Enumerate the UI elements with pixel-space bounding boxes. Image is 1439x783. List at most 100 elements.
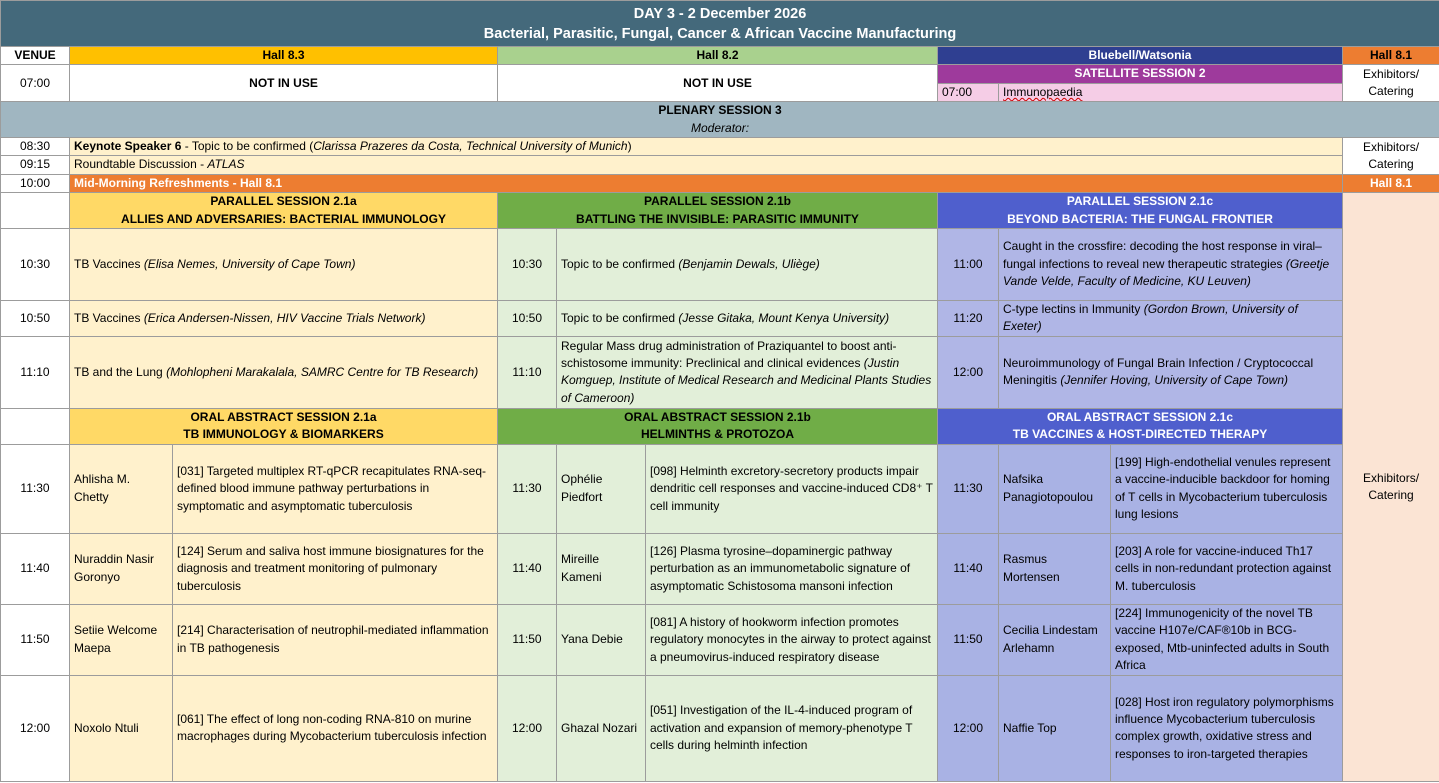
oral-row: 11:40 Nuraddin Nasir Goronyo [124] Serum…: [0, 532, 1439, 605]
parallel-c-time: 11:00: [937, 228, 999, 302]
talk-title: Topic to be confirmed: [561, 310, 679, 325]
plenary-row: 09:15 Roundtable Discussion - ATLAS: [0, 155, 1439, 175]
plenary-moderator: Moderator:: [691, 120, 750, 135]
oral-b-abstract: [098] Helminth excretory-secretory produ…: [645, 443, 938, 534]
refreshment-row: 10:00 Mid-Morning Refreshments - Hall 8.…: [0, 173, 1439, 194]
talk-title: TB and the Lung: [74, 364, 167, 379]
oral-b-abstract: [081] A history of hookworm infection pr…: [645, 603, 938, 676]
talk-speaker: (Jesse Gitaka, Mount Kenya University): [678, 310, 890, 325]
early-row: 07:00 NOT IN USE NOT IN USE SATELLITE SE…: [0, 64, 1439, 103]
talk-speaker: (Benjamin Dewals, Uliège): [678, 256, 820, 271]
oral-c-time: 11:30: [937, 443, 999, 534]
parallel-row: 10:50 TB Vaccines (Erica Andersen-Nissen…: [0, 300, 1439, 337]
plenary-title: PLENARY SESSION 3: [658, 103, 782, 118]
keynote-text: - Topic to be confirmed (: [181, 139, 314, 154]
oral-time: 12:00: [0, 674, 70, 782]
parallel-header-row: PARALLEL SESSION 2.1a ALLIES AND ADVERSA…: [0, 192, 1439, 782]
hall83-not-in-use: NOT IN USE: [69, 64, 498, 103]
parallel-row: 11:10 TB and the Lung (Mohlopheni Maraka…: [0, 335, 1439, 409]
refreshment-hall: Hall 8.1: [1341, 173, 1439, 194]
oral-b-time: 11:40: [497, 532, 557, 605]
oral-header-row: ORAL ABSTRACT SESSION 2.1a TB IMMUNOLOGY…: [0, 407, 1439, 445]
roundtable-org: ATLAS: [207, 157, 245, 172]
oral-a-presenter: Ahlisha M. Chetty: [69, 443, 173, 534]
oral-a-abstract: [031] Targeted multiplex RT-qPCR recapit…: [172, 443, 498, 534]
oral-c-presenter: Cecilia Lindestam Arlehamn: [998, 603, 1111, 676]
oral-a-presenter: Nuraddin Nasir Goronyo: [69, 532, 173, 605]
parallel-c-talk: C-type lectins in Immunity (Gordon Brown…: [998, 300, 1343, 337]
oral-b-abstract: [126] Plasma tyrosine–dopaminergic pathw…: [645, 532, 938, 605]
talk-title: C-type lectins in Immunity: [1003, 302, 1144, 317]
talk-speaker: (Elisa Nemes, University of Cape Town): [143, 256, 356, 271]
talk-speaker: (Mohlopheni Marakalala, SAMRC Centre for…: [166, 364, 479, 379]
keynote-label: Keynote Speaker 6: [74, 139, 182, 154]
oral-b-presenter: Ghazal Nozari: [556, 674, 646, 782]
venue-row: VENUE Hall 8.3 Hall 8.2 Bluebell/Watsoni…: [0, 45, 1439, 66]
oral-a-presenter: Setiie Welcome Maepa: [69, 603, 173, 676]
parallel-time: 11:10: [0, 335, 70, 409]
oral-b-title: ORAL ABSTRACT SESSION 2.1b: [624, 409, 811, 424]
parallel-a-talk: TB Vaccines (Erica Andersen-Nissen, HIV …: [69, 300, 498, 337]
oral-b-presenter: Ophélie Piedfort: [556, 443, 646, 534]
keynote-entry: Keynote Speaker 6 - Topic to be confirme…: [69, 137, 1343, 157]
parallel-c-title: PARALLEL SESSION 2.1c: [1066, 194, 1214, 209]
parallel-a-talk: TB and the Lung (Mohlopheni Marakalala, …: [69, 335, 498, 409]
oral-time: 11:40: [0, 532, 70, 605]
parallel-b-talk: Regular Mass drug administration of Praz…: [556, 335, 938, 409]
day-header: DAY 3 - 2 December 2026 Bacterial, Paras…: [0, 0, 1439, 47]
oral-c-time: 11:50: [937, 603, 999, 676]
oral-c-presenter: Rasmus Mortensen: [998, 532, 1111, 605]
oral-c-abstract: [199] High-endothelial venules represent…: [1110, 443, 1343, 534]
oral-b-abstract: [051] Investigation of the IL-4-induced …: [645, 674, 938, 782]
oral-a-title: ORAL ABSTRACT SESSION 2.1a: [190, 409, 377, 424]
oral-row: 11:50 Setiie Welcome Maepa [214] Charact…: [0, 603, 1439, 676]
refreshment-time: 10:00: [0, 173, 70, 194]
plenary-time: 09:15: [0, 155, 70, 175]
oral-a-abstract: [124] Serum and saliva host immune biosi…: [172, 532, 498, 605]
oral-b-time: 11:50: [497, 603, 557, 676]
oral-time: 11:50: [0, 603, 70, 676]
empty-cell: [0, 407, 70, 445]
parallel-row: 10:30 TB Vaccines (Elisa Nemes, Universi…: [0, 228, 1439, 302]
satellite-item: Immunopaedia: [998, 82, 1343, 103]
parallel-time: 10:30: [0, 228, 70, 302]
satellite-item-text: Immunopaedia: [1003, 84, 1083, 99]
parallel-b-title: PARALLEL SESSION 2.1b: [644, 194, 791, 209]
parallel-b-time: 10:50: [497, 300, 557, 337]
oral-b-sub: HELMINTHS & PROTOZOA: [640, 427, 795, 442]
parallel-c-sub: BEYOND BACTERIA: THE FUNGAL FRONTIER: [1007, 211, 1273, 226]
programme-table: DAY 3 - 2 December 2026 Bacterial, Paras…: [0, 0, 1439, 782]
satellite-time: 07:00: [937, 82, 999, 103]
talk-speaker: (Erica Andersen-Nissen, HIV Vaccine Tria…: [143, 310, 426, 325]
day-title: DAY 3 - 2 December 2026: [633, 5, 807, 22]
venue-label: VENUE: [0, 45, 70, 66]
day-subtitle: Bacterial, Parasitic, Fungal, Cancer & A…: [483, 25, 957, 42]
oral-c-presenter: Naffie Top: [998, 674, 1111, 782]
keynote-speaker: Clarissa Prazeres da Costa, Technical Un…: [313, 139, 628, 154]
parallel-b-sub: BATTLING THE INVISIBLE: PARASITIC IMMUNI…: [576, 211, 859, 226]
plenary-header: PLENARY SESSION 3 Moderator:: [0, 101, 1439, 139]
oral-b-time: 11:30: [497, 443, 557, 534]
day-header-row: DAY 3 - 2 December 2026 Bacterial, Paras…: [0, 0, 1439, 47]
parallel-c-time: 11:20: [937, 300, 999, 337]
early-hall81: Exhibitors/ Catering: [1341, 64, 1439, 103]
oral-c-abstract: [028] Host iron regulatory polymorphisms…: [1110, 674, 1343, 782]
oral-b-presenter: Yana Debie: [556, 603, 646, 676]
oral-c-time: 12:00: [937, 674, 999, 782]
parallel-c-talk: Neuroimmunology of Fungal Brain Infectio…: [998, 335, 1343, 409]
empty-cell: [0, 192, 70, 230]
parallel-c-time: 12:00: [937, 335, 999, 409]
oral-a-abstract: [061] The effect of long non-coding RNA-…: [172, 674, 498, 782]
talk-title: Topic to be confirmed: [561, 256, 679, 271]
oral-b-header: ORAL ABSTRACT SESSION 2.1b HELMINTHS & P…: [497, 407, 938, 445]
oral-c-header: ORAL ABSTRACT SESSION 2.1c TB VACCINES &…: [937, 407, 1343, 445]
parallel-a-sub: ALLIES AND ADVERSARIES: BACTERIAL IMMUNO…: [121, 211, 446, 226]
early-time: 07:00: [0, 64, 70, 103]
talk-title: TB Vaccines: [74, 256, 144, 271]
oral-row: 12:00 Noxolo Ntuli [061] The effect of l…: [0, 674, 1439, 782]
parallel-a-header: PARALLEL SESSION 2.1a ALLIES AND ADVERSA…: [69, 192, 498, 230]
roundtable-entry: Roundtable Discussion - ATLAS: [69, 155, 1343, 175]
plenary-row: 08:30 Keynote Speaker 6 - Topic to be co…: [0, 137, 1439, 175]
plenary-header-row: PLENARY SESSION 3 Moderator:: [0, 101, 1439, 139]
venue-hall-8-1: Hall 8.1: [1341, 45, 1439, 66]
